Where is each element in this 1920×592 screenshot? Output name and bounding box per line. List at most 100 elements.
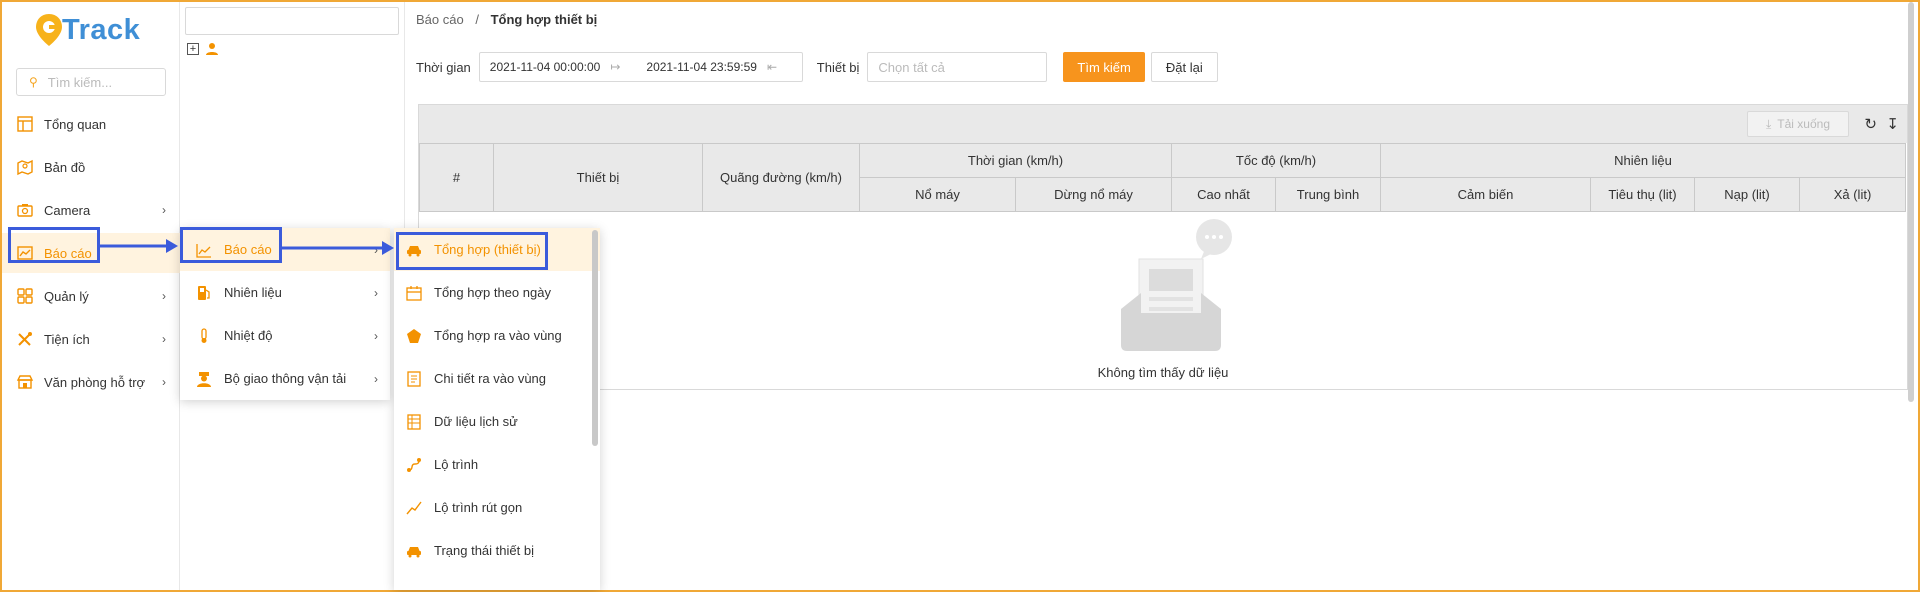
highlight-box-menu-reports bbox=[180, 227, 282, 263]
refresh-icon[interactable]: ↻ bbox=[1864, 115, 1877, 133]
col-group-time: Thời gian (km/h) bbox=[859, 143, 1172, 178]
col-discharge[interactable]: Xả (lit) bbox=[1799, 177, 1906, 212]
table-toolbar: ⤓ Tải xuống ↻ ↧ bbox=[419, 105, 1907, 143]
column-height-icon[interactable]: ↧ bbox=[1886, 115, 1899, 133]
submenu-item-zone-detail[interactable]: Chi tiết ra vào vùng bbox=[394, 357, 600, 400]
report-table: ⤓ Tải xuống ↻ ↧ # Thiết bị Quãng đường (… bbox=[418, 104, 1908, 390]
col-speed-max[interactable]: Cao nhất bbox=[1171, 177, 1276, 212]
document-icon bbox=[407, 370, 421, 387]
table-header: # Thiết bị Quãng đường (km/h) Thời gian … bbox=[419, 143, 1906, 212]
range-end-icon: ⇤ bbox=[766, 60, 777, 74]
menu-item-label: Nhiệt độ bbox=[224, 328, 273, 343]
menu-item-transport-ministry[interactable]: Bộ giao thông vận tải › bbox=[180, 357, 390, 400]
download-button[interactable]: ⤓ Tải xuống bbox=[1747, 111, 1849, 137]
layout-icon bbox=[17, 116, 33, 132]
arrow-right-icon bbox=[282, 241, 394, 255]
logo-text: Track bbox=[62, 13, 141, 46]
col-refill[interactable]: Nạp (lit) bbox=[1694, 177, 1800, 212]
page-scrollbar[interactable] bbox=[1904, 2, 1918, 590]
sidebar-item-label: Bản đồ bbox=[44, 159, 86, 175]
col-speed-avg[interactable]: Trung bình bbox=[1275, 177, 1381, 212]
empty-text: Không tìm thấy dữ liệu bbox=[1097, 365, 1229, 380]
chevron-right-icon: › bbox=[162, 289, 166, 303]
highlight-box-submenu-summary bbox=[396, 232, 548, 270]
empty-inbox-icon bbox=[1121, 219, 1232, 351]
menu-item-label: Bộ giao thông vận tải bbox=[224, 371, 347, 386]
date-range-picker[interactable]: 2021-11-04 00:00:00 ↦ 2021-11-04 23:59:5… bbox=[478, 52, 803, 82]
filter-bar: Thời gian 2021-11-04 00:00:00 ↦ 2021-11-… bbox=[416, 52, 1218, 82]
sidebar-item-support-office[interactable]: Văn phòng hỗ trợ › bbox=[2, 362, 180, 402]
thermometer-icon bbox=[201, 327, 207, 343]
officer-icon bbox=[197, 371, 211, 387]
submenu-item-route-short[interactable]: Lộ trình rút gọn bbox=[394, 486, 600, 529]
time-label: Thời gian bbox=[416, 59, 471, 75]
sidebar-item-overview[interactable]: Tổng quan bbox=[2, 104, 180, 144]
pentagon-icon bbox=[407, 328, 421, 343]
start-date[interactable]: 2021-11-04 00:00:00 bbox=[480, 60, 611, 74]
col-group-fuel: Nhiên liệu bbox=[1380, 143, 1906, 178]
report-submenu: Tổng hợp (thiết bị) Tổng hợp theo ngày T… bbox=[394, 228, 600, 590]
col-device[interactable]: Thiết bị bbox=[493, 143, 703, 212]
device-placeholder: Chọn tất cả bbox=[878, 59, 945, 75]
reset-button[interactable]: Đặt lại bbox=[1150, 52, 1218, 82]
store-icon bbox=[16, 375, 34, 389]
breadcrumb: Báo cáo / Tổng hợp thiết bị bbox=[416, 12, 597, 27]
submenu-item-device-status[interactable]: Trạng thái thiết bị bbox=[394, 529, 600, 572]
breadcrumb-current: Tổng hợp thiết bị bbox=[490, 12, 598, 27]
sidebar-search-input[interactable]: ⚲ Tìm kiếm... bbox=[16, 68, 166, 96]
search-icon: ⚲ bbox=[29, 75, 38, 89]
search-button[interactable]: Tìm kiếm bbox=[1063, 52, 1145, 82]
submenu-item-label: Lộ trình bbox=[434, 457, 479, 472]
sidebar-item-label: Tiện ích bbox=[44, 331, 90, 347]
submenu-item-label: Tổng hợp theo ngày bbox=[434, 285, 551, 300]
highlight-box-sidebar-reports bbox=[8, 227, 100, 263]
submenu-item-label: Lộ trình rút gọn bbox=[434, 500, 523, 515]
grid-icon bbox=[17, 288, 33, 304]
col-engine-on[interactable]: Nổ máy bbox=[859, 177, 1016, 212]
col-distance[interactable]: Quãng đường (km/h) bbox=[702, 143, 860, 212]
chevron-right-icon: › bbox=[162, 332, 166, 346]
submenu-scrollbar[interactable] bbox=[592, 230, 598, 446]
map-icon bbox=[17, 159, 33, 176]
arrow-right-icon bbox=[100, 239, 178, 253]
empty-state: Không tìm thấy dữ liệu bbox=[419, 213, 1907, 389]
submenu-item-history[interactable]: Dữ liệu lịch sử bbox=[394, 400, 600, 443]
menu-item-temperature[interactable]: Nhiệt độ › bbox=[180, 314, 390, 357]
car-icon bbox=[407, 546, 421, 557]
trend-icon bbox=[406, 501, 422, 514]
col-consume[interactable]: Tiêu thụ (lit) bbox=[1590, 177, 1695, 212]
device-select[interactable]: Chọn tất cả bbox=[867, 52, 1048, 82]
submenu-item-label: Chi tiết ra vào vùng bbox=[434, 371, 547, 386]
col-sensor[interactable]: Cảm biến bbox=[1380, 177, 1591, 212]
end-date[interactable]: 2021-11-04 23:59:59 bbox=[620, 60, 767, 74]
logo-pin-icon bbox=[36, 14, 62, 46]
sidebar-search-placeholder: Tìm kiếm... bbox=[47, 74, 113, 90]
submenu-item-route[interactable]: Lộ trình bbox=[394, 443, 600, 486]
tree-search-input[interactable] bbox=[185, 7, 399, 35]
tools-icon bbox=[18, 332, 32, 346]
col-engine-idle[interactable]: Dừng nổ máy bbox=[1015, 177, 1172, 212]
list-icon bbox=[407, 413, 421, 430]
chevron-right-icon: › bbox=[162, 203, 166, 217]
chevron-right-icon: › bbox=[162, 375, 166, 389]
sidebar-item-label: Quản lý bbox=[44, 288, 89, 304]
sidebar-item-utilities[interactable]: Tiện ích › bbox=[2, 319, 180, 359]
camera-icon bbox=[17, 204, 33, 217]
device-label: Thiết bị bbox=[816, 59, 860, 75]
chevron-right-icon: › bbox=[374, 371, 378, 386]
submenu-item-summary-daily[interactable]: Tổng hợp theo ngày bbox=[394, 271, 600, 314]
menu-item-fuel[interactable]: Nhiên liệu › bbox=[180, 271, 390, 314]
sidebar-item-manage[interactable]: Quản lý › bbox=[2, 276, 180, 316]
page-scrollbar-thumb[interactable] bbox=[1908, 2, 1914, 402]
sidebar-item-label: Camera bbox=[44, 202, 91, 218]
breadcrumb-parent[interactable]: Báo cáo bbox=[416, 12, 464, 27]
sidebar-item-camera[interactable]: Camera › bbox=[2, 190, 180, 230]
sidebar-item-label: Văn phòng hỗ trợ bbox=[44, 374, 146, 390]
expand-icon[interactable]: + bbox=[187, 43, 199, 55]
download-icon: ⤓ bbox=[1765, 116, 1772, 131]
sidebar-item-map[interactable]: Bản đồ bbox=[2, 147, 180, 187]
submenu-item-zone-summary[interactable]: Tổng hợp ra vào vùng bbox=[394, 314, 600, 357]
col-group-speed: Tốc độ (km/h) bbox=[1171, 143, 1381, 178]
breadcrumb-separator: / bbox=[475, 12, 479, 27]
chevron-right-icon: › bbox=[374, 285, 378, 300]
